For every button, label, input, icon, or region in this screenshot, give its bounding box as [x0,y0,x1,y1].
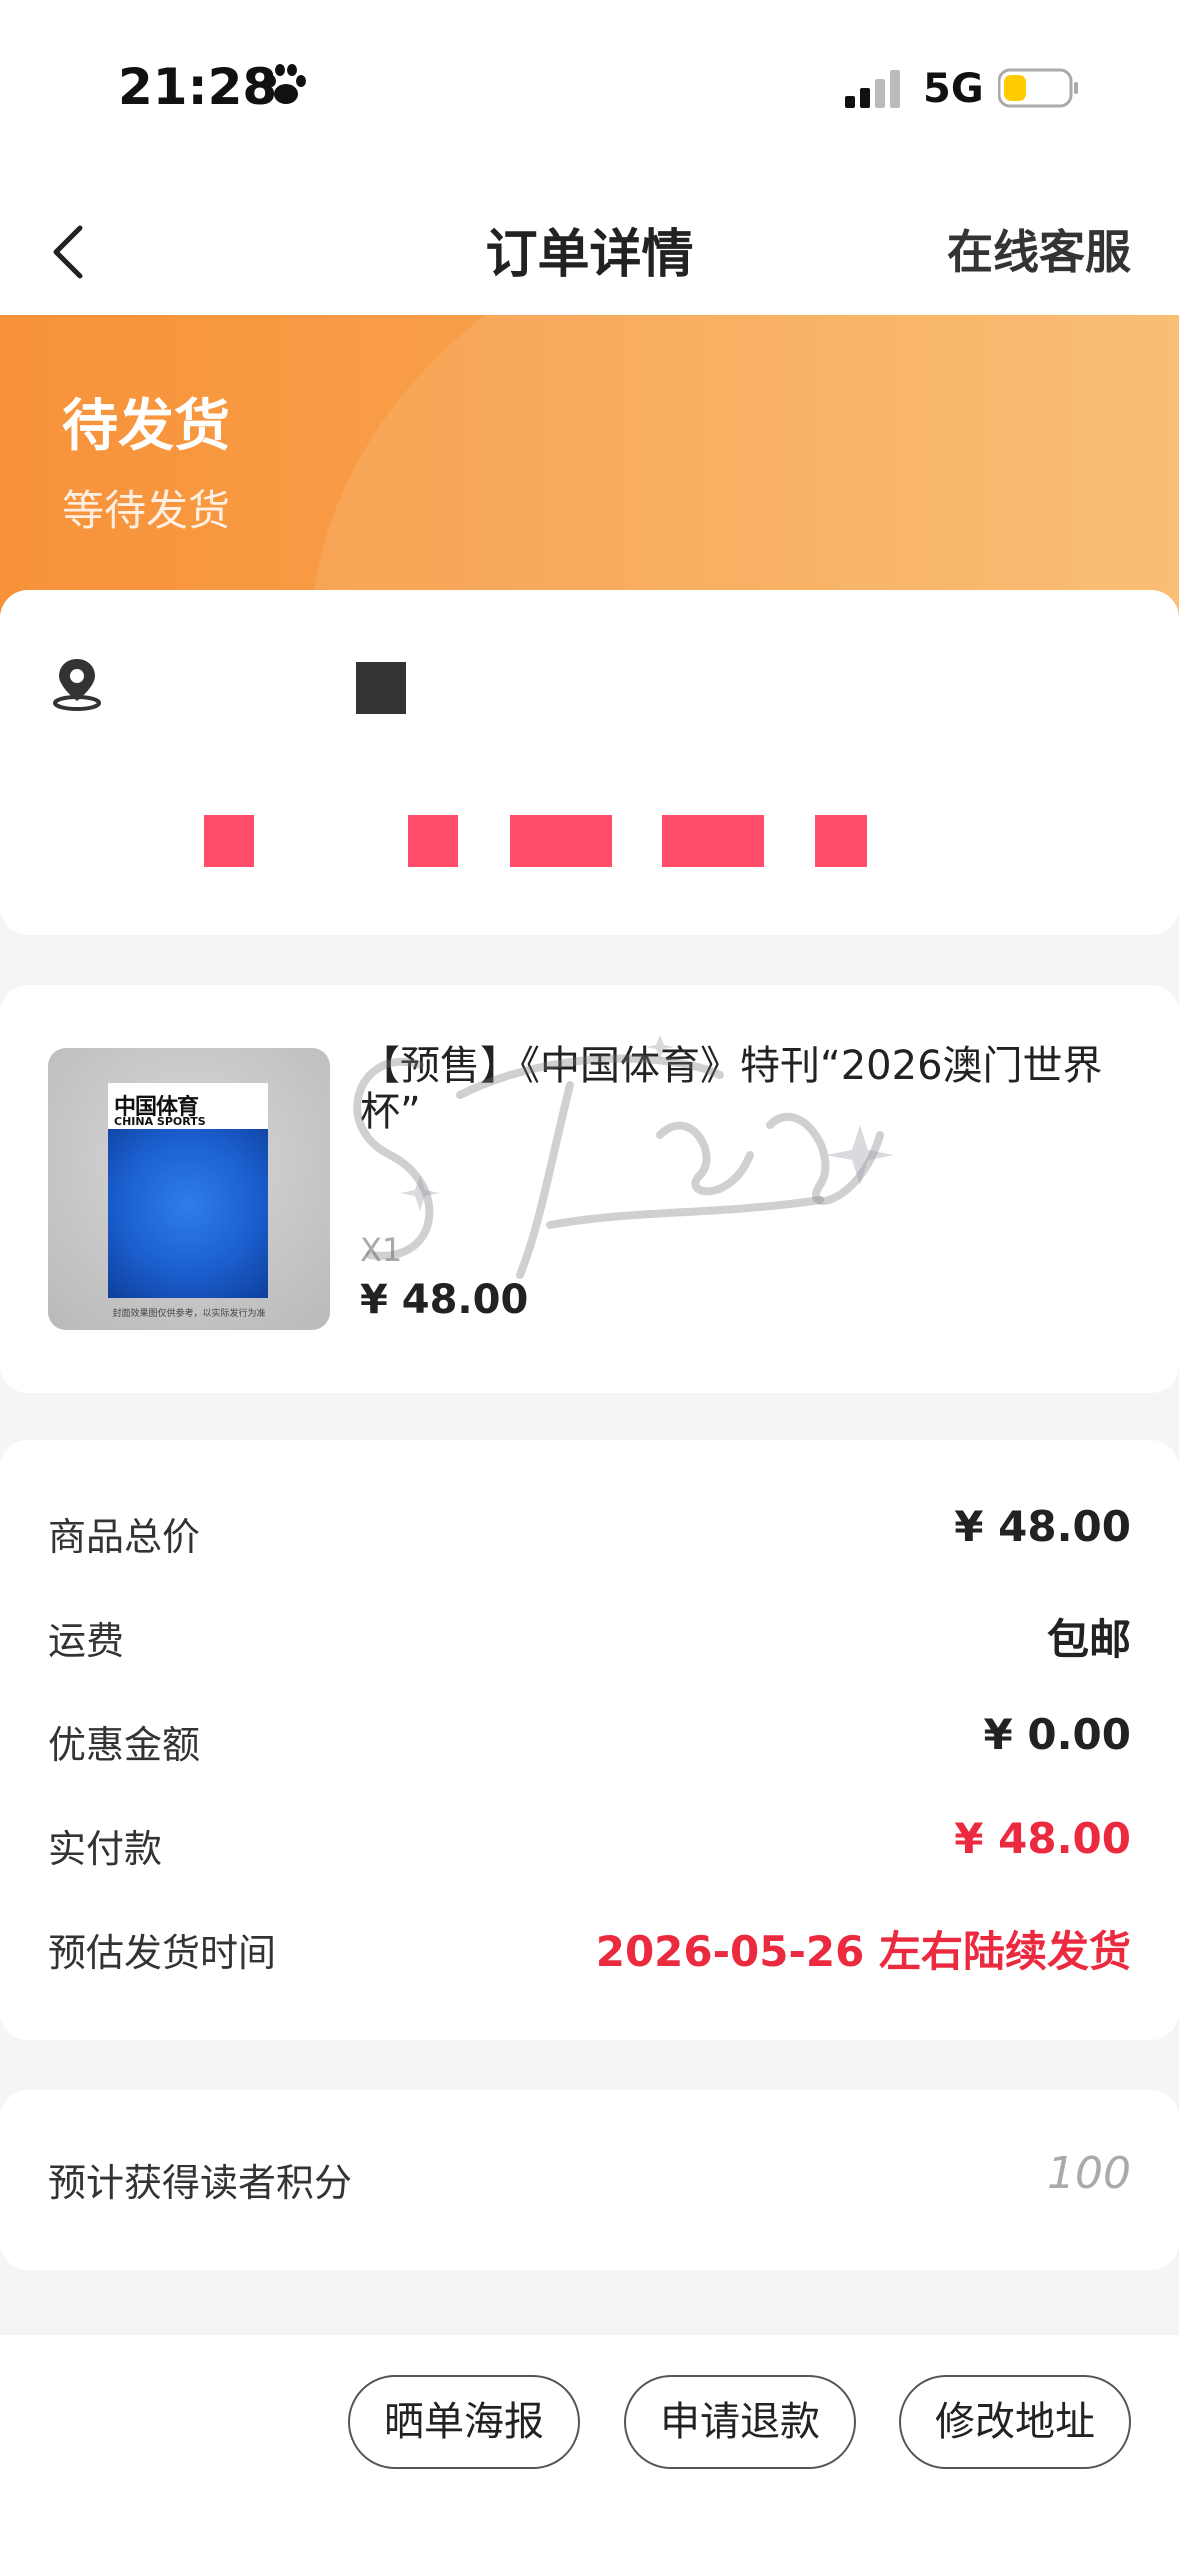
location-pin-icon [53,659,101,711]
product-cover-image[interactable]: 中国体育 CHINA SPORTS 封面效果图仅供参考，以实际发行为准 [48,1048,330,1330]
product-quantity: X1 [360,1231,403,1269]
summary-row: 商品总价 ¥ 48.00 [48,1498,1131,1559]
order-status-subtitle: 等待发货 [62,486,231,535]
status-time: 21:28 [118,58,278,116]
ship-date-value: 2026-05-26 左右陆续发货 [595,1927,1131,1976]
nav-bar: 订单详情 在线客服 [0,180,1179,315]
points-value: 100 [1047,2148,1131,2199]
summary-row: 实付款 ¥ 48.00 [48,1810,1131,1871]
redacted-name [356,662,406,714]
bottom-action-bar: 晒单海报 申请退款 修改地址 [0,2335,1179,2556]
summary-label: 预估发货时间 [48,1931,277,1975]
redacted-address-part [815,815,867,867]
summary-value: ¥ 0.00 [983,1710,1131,1759]
summary-label: 优惠金额 [48,1723,201,1767]
reader-points-card: 预计获得读者积分 100 [0,2090,1179,2270]
price-summary-card: 商品总价 ¥ 48.00 运费 包邮 优惠金额 ¥ 0.00 实付款 ¥ 48.… [0,1440,1179,2040]
signal-icon [845,70,900,108]
summary-label: 商品总价 [48,1515,201,1559]
magazine-artwork [108,1129,268,1298]
product-card[interactable]: 中国体育 CHINA SPORTS 封面效果图仅供参考，以实际发行为准 【预售】… [0,985,1179,1393]
battery-icon [998,68,1078,108]
points-label: 预计获得读者积分 [48,2161,353,2205]
summary-value: ¥ 48.00 [954,1502,1131,1551]
change-address-button[interactable]: 修改地址 [899,2375,1131,2469]
summary-label: 实付款 [48,1827,163,1871]
summary-value: 包邮 [1046,1615,1131,1664]
request-refund-button[interactable]: 申请退款 [624,2375,856,2469]
redacted-address-part [510,815,612,867]
summary-label: 运费 [48,1619,125,1663]
cover-note: 封面效果图仅供参考，以实际发行为准 [112,1309,266,1319]
order-status-header: 待发货 等待发货 [0,315,1179,615]
header-decoration [310,315,1179,615]
redacted-address-part [408,815,458,867]
redacted-address-part [204,815,254,867]
summary-row: 优惠金额 ¥ 0.00 [48,1706,1131,1767]
share-poster-button[interactable]: 晒单海报 [348,2375,580,2469]
summary-row: 运费 包邮 [48,1602,1131,1664]
magazine-cover: 中国体育 CHINA SPORTS [108,1083,268,1298]
online-service-button[interactable]: 在线客服 [947,216,1131,282]
product-price: ¥ 48.00 [360,1277,529,1323]
product-title[interactable]: 【预售】《中国体育》特刊“2026澳门世界杯” [360,1043,1120,1135]
order-detail-screen: 21:28 5G 订单详情 在线客服 待发货 等待发货 中国体育 CHINA S… [0,0,1179,2556]
order-status-title: 待发货 [62,394,230,459]
total-paid-value: ¥ 48.00 [954,1814,1131,1863]
address-card[interactable] [0,590,1179,935]
redacted-address-part [662,815,764,867]
magazine-subtitle: CHINA SPORTS [114,1115,206,1128]
paw-icon [266,64,306,104]
summary-row: 预估发货时间 2026-05-26 左右陆续发货 [48,1914,1131,1976]
status-bar: 21:28 5G [0,0,1179,180]
network-type: 5G [923,66,984,112]
